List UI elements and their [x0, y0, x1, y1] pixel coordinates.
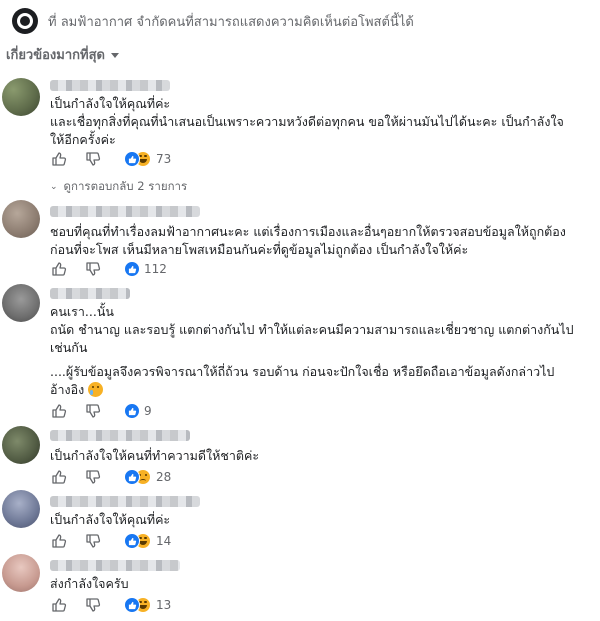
- dislike-button[interactable]: [84, 260, 102, 278]
- avatar[interactable]: [2, 200, 40, 238]
- thumbs-up-icon: [52, 534, 67, 548]
- comment-restriction-bar: ที่ ลมฟ้าอากาศ จำกัดคนที่สามารถแสดงความค…: [0, 0, 600, 40]
- commenter-name-redacted[interactable]: [50, 430, 190, 441]
- thumbs-up-icon: [52, 152, 67, 166]
- comment-text-line: ให้อีกครั้งค่ะ: [50, 132, 116, 147]
- reaction-count: 112: [144, 262, 167, 276]
- like-button[interactable]: [50, 260, 68, 278]
- avatar[interactable]: [2, 284, 40, 322]
- reaction-count: 73: [156, 152, 172, 166]
- commenter-name-redacted[interactable]: [50, 496, 200, 507]
- like-reaction-icon: [124, 261, 140, 277]
- reaction-count: 14: [156, 534, 172, 548]
- thumbs-up-icon: [52, 262, 67, 276]
- comment-text-line: ส่งกำลังใจครับ: [50, 576, 129, 591]
- reaction-summary[interactable]: 9: [124, 403, 152, 419]
- comment-text-line: ก่อนที่จะโพส เห็นมีหลายโพสเหมือนกันค่ะที…: [50, 242, 469, 257]
- sort-dropdown[interactable]: เกี่ยวข้องมากที่สุด: [6, 44, 119, 65]
- dislike-button[interactable]: [84, 532, 102, 550]
- page-avatar-icon[interactable]: [12, 8, 38, 34]
- like-reaction-icon: [124, 469, 140, 485]
- commenter-name-redacted[interactable]: [50, 206, 200, 217]
- thumbs-up-icon: [52, 598, 67, 612]
- comment-text-line: อ้างอิง: [50, 380, 104, 399]
- like-reaction-icon: [124, 151, 140, 167]
- like-reaction-icon: [124, 597, 140, 613]
- thumbs-up-icon: [52, 404, 67, 418]
- like-button[interactable]: [50, 468, 68, 486]
- avatar[interactable]: [2, 78, 40, 116]
- comment-text-line: ถนัด ชำนาญ และรอบรู้ แตกต่างกันไป ทำให้แ…: [50, 322, 574, 337]
- caret-down-icon: [110, 53, 119, 58]
- reaction-summary[interactable]: 14: [124, 533, 171, 549]
- thumbs-down-icon: [86, 470, 101, 484]
- commenter-name-redacted[interactable]: [50, 560, 180, 571]
- view-replies-label: ดูการตอบกลับ 2 รายการ: [63, 179, 188, 193]
- like-button[interactable]: [50, 532, 68, 550]
- dislike-button[interactable]: [84, 596, 102, 614]
- avatar[interactable]: [2, 426, 40, 464]
- reaction-summary[interactable]: 28: [124, 469, 171, 485]
- comment-text-line: ชอบที่คุณที่ทำเรื่องลมฟ้าอากาศนะคะ แต่เร…: [50, 224, 566, 239]
- reaction-summary[interactable]: 112: [124, 261, 167, 277]
- dislike-button[interactable]: [84, 150, 102, 168]
- thumbs-down-icon: [86, 262, 101, 276]
- chevron-down-icon: ⌄: [50, 182, 58, 192]
- comment-text-line: และเชื่อทุกสิ่งที่คุณที่นำเสนอเป็นเพราะค…: [50, 114, 564, 129]
- thumbs-down-icon: [86, 152, 101, 166]
- avatar[interactable]: [2, 554, 40, 592]
- thumbs-down-icon: [86, 534, 101, 548]
- comment-text-line: เช่นกัน: [50, 340, 88, 355]
- comment-text-line: เป็นกำลังใจให้คนที่ทำความดีให้ชาติค่ะ: [50, 448, 260, 463]
- like-reaction-icon: [124, 403, 140, 419]
- reaction-count: 28: [156, 470, 172, 484]
- dislike-button[interactable]: [84, 468, 102, 486]
- thumbs-up-icon: [52, 470, 67, 484]
- sad-sweat-emoji-icon: [88, 382, 104, 397]
- thumbs-down-icon: [86, 598, 101, 612]
- comment-restriction-notice: ที่ ลมฟ้าอากาศ จำกัดคนที่สามารถแสดงความค…: [48, 15, 414, 30]
- commenter-name-redacted[interactable]: [50, 288, 130, 299]
- like-button[interactable]: [50, 596, 68, 614]
- comment-text-line: เป็นกำลังใจให้คุณที่ค่ะ: [50, 512, 171, 527]
- comment-text-fragment: อ้างอิง: [50, 382, 85, 397]
- avatar[interactable]: [2, 490, 40, 528]
- comment-text-line: เป็นกำลังใจให้คุณที่ค่ะ: [50, 96, 171, 111]
- view-replies-link[interactable]: ⌄ ดูการตอบกลับ 2 รายการ: [50, 178, 187, 196]
- reaction-summary[interactable]: 13: [124, 597, 171, 613]
- commenter-name-redacted[interactable]: [50, 80, 170, 91]
- reaction-count: 13: [156, 598, 172, 612]
- comment-text-line: ....ผู้รับข้อมูลจึงควรพิจารณาให้ถี่ถ้วน …: [50, 364, 555, 379]
- like-reaction-icon: [124, 533, 140, 549]
- sort-label: เกี่ยวข้องมากที่สุด: [6, 48, 105, 63]
- like-button[interactable]: [50, 150, 68, 168]
- dislike-button[interactable]: [84, 402, 102, 420]
- reaction-summary[interactable]: 73: [124, 151, 171, 167]
- like-button[interactable]: [50, 402, 68, 420]
- comment-text-line: คนเรา...นั้น: [50, 304, 114, 319]
- reaction-count: 9: [144, 404, 152, 418]
- thumbs-down-icon: [86, 404, 101, 418]
